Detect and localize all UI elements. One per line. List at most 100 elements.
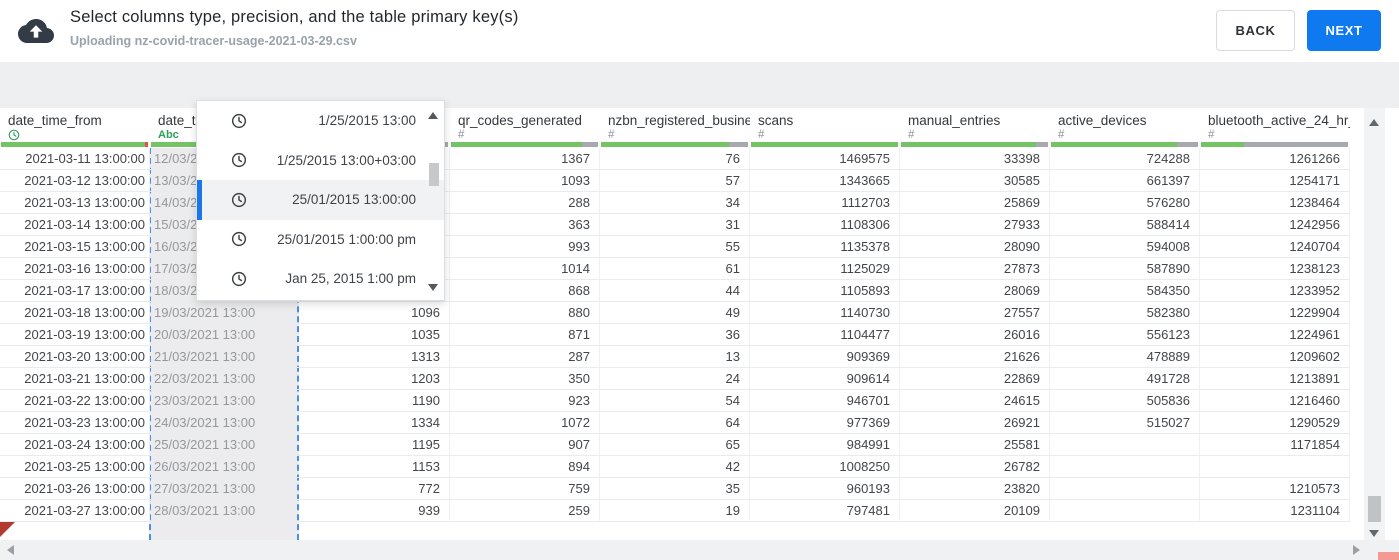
table-cell[interactable]: 1290529 <box>1200 412 1350 434</box>
column-header[interactable]: scans # <box>750 108 900 148</box>
table-cell[interactable]: 22869 <box>900 368 1050 390</box>
table-cell[interactable]: 1105893 <box>750 280 900 302</box>
table-cell[interactable]: 55 <box>600 236 750 258</box>
scroll-left-arrow-icon[interactable] <box>7 545 14 555</box>
table-cell[interactable] <box>1200 456 1350 478</box>
table-cell[interactable]: 36 <box>600 324 750 346</box>
table-cell[interactable]: 2021-03-25 13:00:00 <box>0 456 150 478</box>
table-cell[interactable]: 350 <box>450 368 600 390</box>
table-cell[interactable]: 2021-03-17 13:00:00 <box>0 280 150 302</box>
vertical-scroll-thumb[interactable] <box>1368 496 1381 522</box>
column-header[interactable]: bluetooth_active_24_hr_ # <box>1200 108 1350 148</box>
table-cell[interactable]: 909369 <box>750 346 900 368</box>
table-cell[interactable]: 42 <box>600 456 750 478</box>
table-cell[interactable]: 26016 <box>900 324 1050 346</box>
back-button[interactable]: BACK <box>1216 10 1295 51</box>
table-cell[interactable]: 25869 <box>900 192 1050 214</box>
table-cell[interactable]: 1096 <box>300 302 450 324</box>
table-cell[interactable]: 13 <box>600 346 750 368</box>
table-cell[interactable]: 20/03/2021 13:00 <box>150 324 300 346</box>
table-cell[interactable]: 19 <box>600 500 750 522</box>
table-cell[interactable]: 582380 <box>1050 302 1200 324</box>
table-cell[interactable]: 1035 <box>300 324 450 346</box>
table-cell[interactable]: 960193 <box>750 478 900 500</box>
scroll-up-arrow-icon[interactable] <box>428 112 438 119</box>
table-cell[interactable]: 1213891 <box>1200 368 1350 390</box>
table-cell[interactable]: 76 <box>600 148 750 170</box>
dropdown-scrollbar[interactable] <box>426 101 442 300</box>
table-cell[interactable]: 64 <box>600 412 750 434</box>
table-cell[interactable]: 21626 <box>900 346 1050 368</box>
scroll-down-arrow-icon[interactable] <box>1369 530 1379 537</box>
column-header[interactable]: qr_codes_generated # <box>450 108 600 148</box>
scroll-up-arrow-icon[interactable] <box>1369 119 1379 126</box>
table-cell[interactable]: 2021-03-27 13:00:00 <box>0 500 150 522</box>
table-cell[interactable]: 1233952 <box>1200 280 1350 302</box>
table-cell[interactable]: 1469575 <box>750 148 900 170</box>
table-cell[interactable]: 2021-03-15 13:00:00 <box>0 236 150 258</box>
table-cell[interactable]: 1104477 <box>750 324 900 346</box>
table-cell[interactable]: 35 <box>600 478 750 500</box>
table-cell[interactable]: 27/03/2021 13:00 <box>150 478 300 500</box>
table-cell[interactable]: 1190 <box>300 390 450 412</box>
table-cell[interactable]: 1125029 <box>750 258 900 280</box>
table-cell[interactable]: 26/03/2021 13:00 <box>150 456 300 478</box>
table-cell[interactable]: 25/03/2021 13:00 <box>150 434 300 456</box>
table-cell[interactable]: 19/03/2021 13:00 <box>150 302 300 324</box>
table-cell[interactable]: 478889 <box>1050 346 1200 368</box>
table-cell[interactable]: 556123 <box>1050 324 1200 346</box>
table-cell[interactable]: 2021-03-16 13:00:00 <box>0 258 150 280</box>
table-cell[interactable]: 2021-03-21 13:00:00 <box>0 368 150 390</box>
table-cell[interactable]: 1238464 <box>1200 192 1350 214</box>
table-cell[interactable]: 1210573 <box>1200 478 1350 500</box>
table-cell[interactable]: 1135378 <box>750 236 900 258</box>
dropdown-item[interactable]: Jan 25, 2015 1:00 pm <box>197 259 444 299</box>
table-cell[interactable]: 2021-03-20 13:00:00 <box>0 346 150 368</box>
table-cell[interactable]: 1112703 <box>750 192 900 214</box>
table-cell[interactable]: 28090 <box>900 236 1050 258</box>
table-cell[interactable]: 515027 <box>1050 412 1200 434</box>
next-button[interactable]: NEXT <box>1307 10 1381 51</box>
dropdown-item[interactable]: 1/25/2015 13:00+03:00 <box>197 141 444 181</box>
table-cell[interactable]: 288 <box>450 192 600 214</box>
table-cell[interactable]: 1238123 <box>1200 258 1350 280</box>
table-cell[interactable]: 61 <box>600 258 750 280</box>
table-cell[interactable]: 1240704 <box>1200 236 1350 258</box>
table-cell[interactable]: 24615 <box>900 390 1050 412</box>
table-cell[interactable]: 1313 <box>300 346 450 368</box>
table-cell[interactable]: 23820 <box>900 478 1050 500</box>
table-cell[interactable]: 894 <box>450 456 600 478</box>
table-cell[interactable]: 871 <box>450 324 600 346</box>
table-cell[interactable] <box>1050 500 1200 522</box>
column-header[interactable]: active_devices # <box>1050 108 1200 148</box>
table-cell[interactable]: 759 <box>450 478 600 500</box>
table-cell[interactable]: 923 <box>450 390 600 412</box>
dropdown-item[interactable]: 1/25/2015 13:00 <box>197 101 444 141</box>
table-cell[interactable]: 33398 <box>900 148 1050 170</box>
table-cell[interactable]: 27557 <box>900 302 1050 324</box>
table-cell[interactable]: 909614 <box>750 368 900 390</box>
table-cell[interactable]: 1140730 <box>750 302 900 324</box>
table-cell[interactable]: 44 <box>600 280 750 302</box>
table-cell[interactable]: 27933 <box>900 214 1050 236</box>
table-cell[interactable]: 23/03/2021 13:00 <box>150 390 300 412</box>
table-cell[interactable]: 27873 <box>900 258 1050 280</box>
table-cell[interactable]: 661397 <box>1050 170 1200 192</box>
table-cell[interactable]: 587890 <box>1050 258 1200 280</box>
table-cell[interactable]: 1195 <box>300 434 450 456</box>
table-cell[interactable]: 2021-03-12 13:00:00 <box>0 170 150 192</box>
table-cell[interactable]: 1343665 <box>750 170 900 192</box>
table-cell[interactable]: 594008 <box>1050 236 1200 258</box>
table-cell[interactable]: 259 <box>450 500 600 522</box>
horizontal-scrollbar[interactable] <box>0 540 1399 560</box>
table-cell[interactable]: 28069 <box>900 280 1050 302</box>
table-cell[interactable]: 26782 <box>900 456 1050 478</box>
table-cell[interactable]: 54 <box>600 390 750 412</box>
table-cell[interactable]: 1261266 <box>1200 148 1350 170</box>
table-cell[interactable]: 1014 <box>450 258 600 280</box>
table-cell[interactable]: 984991 <box>750 434 900 456</box>
dropdown-scroll-thumb[interactable] <box>429 163 439 186</box>
column-header[interactable]: date_time_from <box>0 108 150 148</box>
table-cell[interactable]: 1242956 <box>1200 214 1350 236</box>
table-cell[interactable]: 724288 <box>1050 148 1200 170</box>
